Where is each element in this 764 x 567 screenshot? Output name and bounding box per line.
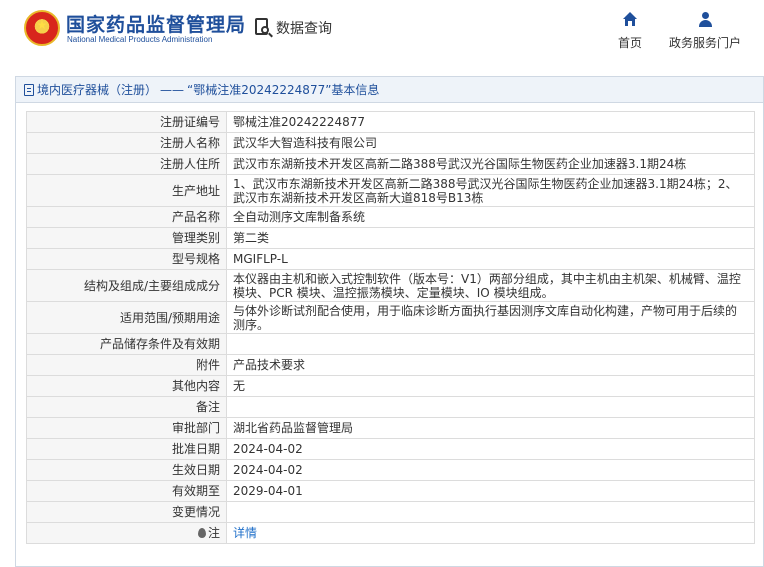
table-row: 结构及组成/主要组成成分 本仪器由主机和嵌入式控制软件（版本号：V1）两部分组成，… [26, 269, 755, 302]
field-value: 2024-04-02 [226, 438, 755, 460]
field-label: 生产地址 [26, 174, 227, 207]
field-label: 管理类别 [26, 227, 227, 249]
table-row: 注册证编号 鄂械注准20242224877 [26, 111, 755, 133]
table-row: 管理类别 第二类 [26, 227, 755, 249]
field-value: 无 [226, 375, 755, 397]
details-link[interactable]: 详情 [233, 526, 257, 540]
table-row: 型号规格 MGIFLP-L [26, 248, 755, 270]
table-row: 适用范围/预期用途 与体外诊断试剂配合使用，用于临床诊断方面执行基因测序文库自动化… [26, 301, 755, 334]
table-row: 其他内容无 [26, 375, 755, 397]
breadcrumb: 境内医疗器械（注册） —— “鄂械注准20242224877”基本信息 [16, 77, 763, 103]
site-header: 国家药品监督管理局 National Medical Products Admi… [0, 0, 764, 62]
field-value: 1、武汉市东湖新技术开发区高新二路388号武汉光谷国际生物医药企业加速器3.1期… [226, 174, 755, 207]
table-row: 注 详情 [26, 522, 755, 544]
field-label: 结构及组成/主要组成成分 [26, 269, 227, 302]
field-label: 注册人名称 [26, 132, 227, 154]
field-value: 湖北省药品监督管理局 [226, 417, 755, 439]
field-value: MGIFLP-L [226, 248, 755, 270]
field-value [226, 333, 755, 355]
field-label: 附件 [26, 354, 227, 376]
data-query-link[interactable]: 数据查询 [254, 16, 332, 40]
field-label: 产品名称 [26, 206, 227, 228]
user-icon [698, 12, 712, 28]
field-value: 2024-04-02 [226, 459, 755, 481]
breadcrumb-category[interactable]: 境内医疗器械（注册） [37, 81, 157, 98]
table-row: 注册人住所 武汉市东湖新技术开发区高新二路388号武汉光谷国际生物医药企业加速器3… [26, 153, 755, 175]
field-label: 适用范围/预期用途 [26, 301, 227, 334]
table-row: 生效日期 2024-04-02 [26, 459, 755, 481]
note-value-cell: 详情 [226, 522, 755, 544]
nav-home-label: 首页 [617, 36, 642, 50]
table-row: 生产地址 1、武汉市东湖新技术开发区高新二路388号武汉光谷国际生物医药企业加速器… [26, 174, 755, 207]
field-label: 批准日期 [26, 438, 227, 460]
note-label-cell: 注 [26, 522, 227, 544]
field-label: 型号规格 [26, 248, 227, 270]
national-emblem-icon [24, 10, 60, 46]
field-value: 武汉市东湖新技术开发区高新二路388号武汉光谷国际生物医药企业加速器3.1期24… [226, 153, 755, 175]
pin-icon [197, 528, 206, 538]
field-value: 鄂械注准20242224877 [226, 111, 755, 133]
table-row: 附件 产品技术要求 [26, 354, 755, 376]
breadcrumb-current: “鄂械注准20242224877”基本信息 [187, 83, 380, 97]
field-label: 注册人住所 [26, 153, 227, 175]
field-value: 2029-04-01 [226, 480, 755, 502]
site-logo-title[interactable]: 国家药品监督管理局 [66, 10, 246, 37]
document-icon [24, 83, 34, 96]
table-row: 产品储存条件及有效期 [26, 333, 755, 355]
data-query-label: 数据查询 [276, 21, 332, 37]
site-logo-subtitle: National Medical Products Administration [67, 35, 213, 44]
table-row: 有效期至 2029-04-01 [26, 480, 755, 502]
info-table: 注册证编号 鄂械注准20242224877 注册人名称 武汉华大智造科技有限公司 注… [26, 111, 755, 544]
note-label: 注 [207, 526, 220, 540]
field-label: 产品储存条件及有效期 [26, 333, 227, 355]
table-row: 变更情况 [26, 501, 755, 523]
nav-gov-portal[interactable]: 政务服务门户 [667, 12, 743, 51]
field-value: 产品技术要求 [226, 354, 755, 376]
document-search-icon [254, 17, 273, 39]
nav-gov-portal-label: 政务服务门户 [668, 36, 741, 50]
field-label: 备注 [26, 396, 227, 418]
field-label: 其他内容 [26, 375, 227, 397]
table-row: 备注 [26, 396, 755, 418]
field-value: 第二类 [226, 227, 755, 249]
field-label: 有效期至 [26, 480, 227, 502]
field-value [226, 501, 755, 523]
home-icon [623, 12, 637, 28]
nav-home[interactable]: 首页 [616, 12, 644, 51]
field-label: 注册证编号 [26, 111, 227, 133]
field-value: 与体外诊断试剂配合使用，用于临床诊断方面执行基因测序文库自动化构建，产物可用于后… [226, 301, 755, 334]
table-row: 产品名称 全自动测序文库制备系统 [26, 206, 755, 228]
table-row: 审批部门 湖北省药品监督管理局 [26, 417, 755, 439]
detail-panel: 境内医疗器械（注册） —— “鄂械注准20242224877”基本信息 注册证编… [15, 76, 764, 567]
field-value: 武汉华大智造科技有限公司 [226, 132, 755, 154]
field-label: 生效日期 [26, 459, 227, 481]
field-label: 变更情况 [26, 501, 227, 523]
field-value: 本仪器由主机和嵌入式控制软件（版本号：V1）两部分组成，其中主机由主机架、机械臂… [226, 269, 755, 302]
field-value [226, 396, 755, 418]
breadcrumb-separator: —— [160, 82, 185, 97]
table-row: 注册人名称 武汉华大智造科技有限公司 [26, 132, 755, 154]
field-value: 全自动测序文库制备系统 [226, 206, 755, 228]
field-label: 审批部门 [26, 417, 227, 439]
table-row: 批准日期 2024-04-02 [26, 438, 755, 460]
